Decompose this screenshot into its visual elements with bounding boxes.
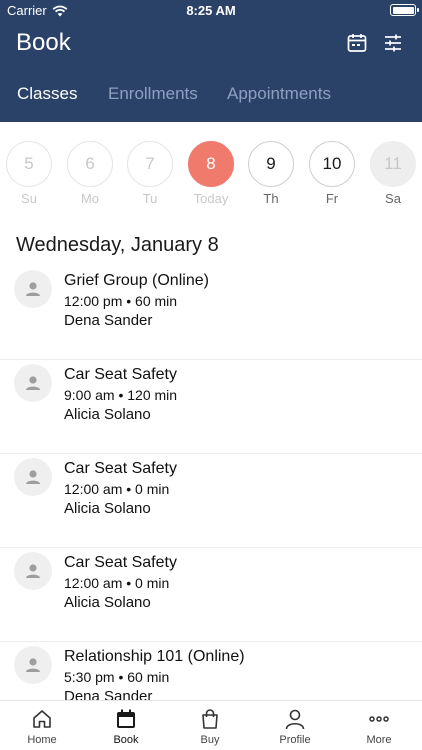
nav-label: Home <box>27 734 57 746</box>
day-label: Sa <box>385 191 401 206</box>
person-placeholder-icon <box>26 282 40 296</box>
avatar <box>14 270 52 308</box>
day-label: Su <box>21 191 37 206</box>
nav-book[interactable]: Book <box>84 707 168 746</box>
nav-buy[interactable]: Buy <box>168 707 252 746</box>
class-instructor: Dena Sander <box>64 312 153 329</box>
day-number: 6 <box>67 141 113 187</box>
day-sunday[interactable]: 5 Su <box>6 141 52 206</box>
nav-more[interactable]: More <box>337 707 421 746</box>
nav-label: Book <box>113 734 139 746</box>
day-today[interactable]: 8 Today <box>188 141 234 206</box>
tab-appointments[interactable]: Appointments <box>227 84 331 104</box>
class-time: 12:00 pm • 60 min <box>64 293 178 309</box>
person-placeholder-icon <box>26 376 40 390</box>
day-label: Mo <box>80 191 100 206</box>
tab-bar: Classes Enrollments Appointments <box>0 84 422 108</box>
class-instructor: Alicia Solano <box>64 500 151 517</box>
avatar <box>14 646 52 684</box>
day-monday[interactable]: 6 Mo <box>67 141 113 206</box>
class-time: 9:00 am • 120 min <box>64 387 178 403</box>
day-thursday[interactable]: 9 Th <box>248 141 294 206</box>
list-item[interactable]: Grief Group (Online) 12:00 pm • 60 min D… <box>0 266 422 360</box>
class-time: 12:00 am • 0 min <box>64 575 170 591</box>
person-placeholder-icon <box>26 470 40 484</box>
class-title: Car Seat Safety <box>64 554 177 571</box>
nav-profile[interactable]: Profile <box>253 707 337 746</box>
day-number: 11 <box>370 141 416 187</box>
day-selector: 5 Su 6 Mo 7 Tu 8 Today 9 Th 10 Fr 11 Sa <box>0 141 422 211</box>
selected-date-heading: Wednesday, January 8 <box>16 234 219 256</box>
day-label: Tu <box>142 191 158 206</box>
class-title: Car Seat Safety <box>64 366 177 383</box>
person-icon <box>285 709 305 730</box>
class-time: 12:00 am • 0 min <box>64 481 170 497</box>
day-saturday[interactable]: 11 Sa <box>370 141 416 206</box>
nav-label: More <box>366 734 392 746</box>
bottom-tab-bar: Home Book Buy Profile More <box>0 700 422 750</box>
nav-home[interactable]: Home <box>0 707 84 746</box>
avatar <box>14 364 52 402</box>
class-title: Relationship 101 (Online) <box>64 648 245 665</box>
class-title: Grief Group (Online) <box>64 272 209 289</box>
battery-icon <box>390 4 419 16</box>
app-header: Carrier 8:25 AM Book Classes Enrollments… <box>0 0 422 122</box>
day-tuesday[interactable]: 7 Tu <box>127 141 173 206</box>
class-title: Car Seat Safety <box>64 460 177 477</box>
day-label: Today <box>193 191 229 206</box>
tab-classes[interactable]: Classes <box>17 84 77 104</box>
person-placeholder-icon <box>26 564 40 578</box>
list-item[interactable]: Car Seat Safety 12:00 am • 0 min Alicia … <box>0 548 422 642</box>
day-number: 5 <box>6 141 52 187</box>
class-list: Grief Group (Online) 12:00 pm • 60 min D… <box>0 266 422 736</box>
status-time: 8:25 AM <box>186 3 236 18</box>
person-placeholder-icon <box>26 658 40 672</box>
home-icon <box>33 710 51 728</box>
avatar <box>14 552 52 590</box>
day-number: 7 <box>127 141 173 187</box>
day-number: 10 <box>309 141 355 187</box>
day-label: Th <box>263 191 279 206</box>
list-item[interactable]: Car Seat Safety 12:00 am • 0 min Alicia … <box>0 454 422 548</box>
status-bar: Carrier 8:25 AM <box>0 0 422 20</box>
nav-label: Profile <box>279 734 311 746</box>
more-icon <box>369 716 389 722</box>
calendar-icon <box>117 709 135 728</box>
day-number: 9 <box>248 141 294 187</box>
class-instructor: Alicia Solano <box>64 594 151 611</box>
avatar <box>14 458 52 496</box>
page-title: Book <box>16 29 71 56</box>
shopping-bag-icon <box>202 709 218 729</box>
class-time: 5:30 pm • 60 min <box>64 669 170 685</box>
day-friday[interactable]: 10 Fr <box>309 141 355 206</box>
nav-label: Buy <box>200 734 220 746</box>
day-label: Fr <box>325 191 339 206</box>
filter-sliders-icon[interactable] <box>382 32 404 54</box>
list-item[interactable]: Car Seat Safety 9:00 am • 120 min Alicia… <box>0 360 422 454</box>
day-number: 8 <box>188 141 234 187</box>
calendar-icon[interactable] <box>346 32 368 54</box>
class-instructor: Alicia Solano <box>64 406 151 423</box>
tab-enrollments[interactable]: Enrollments <box>108 84 198 104</box>
